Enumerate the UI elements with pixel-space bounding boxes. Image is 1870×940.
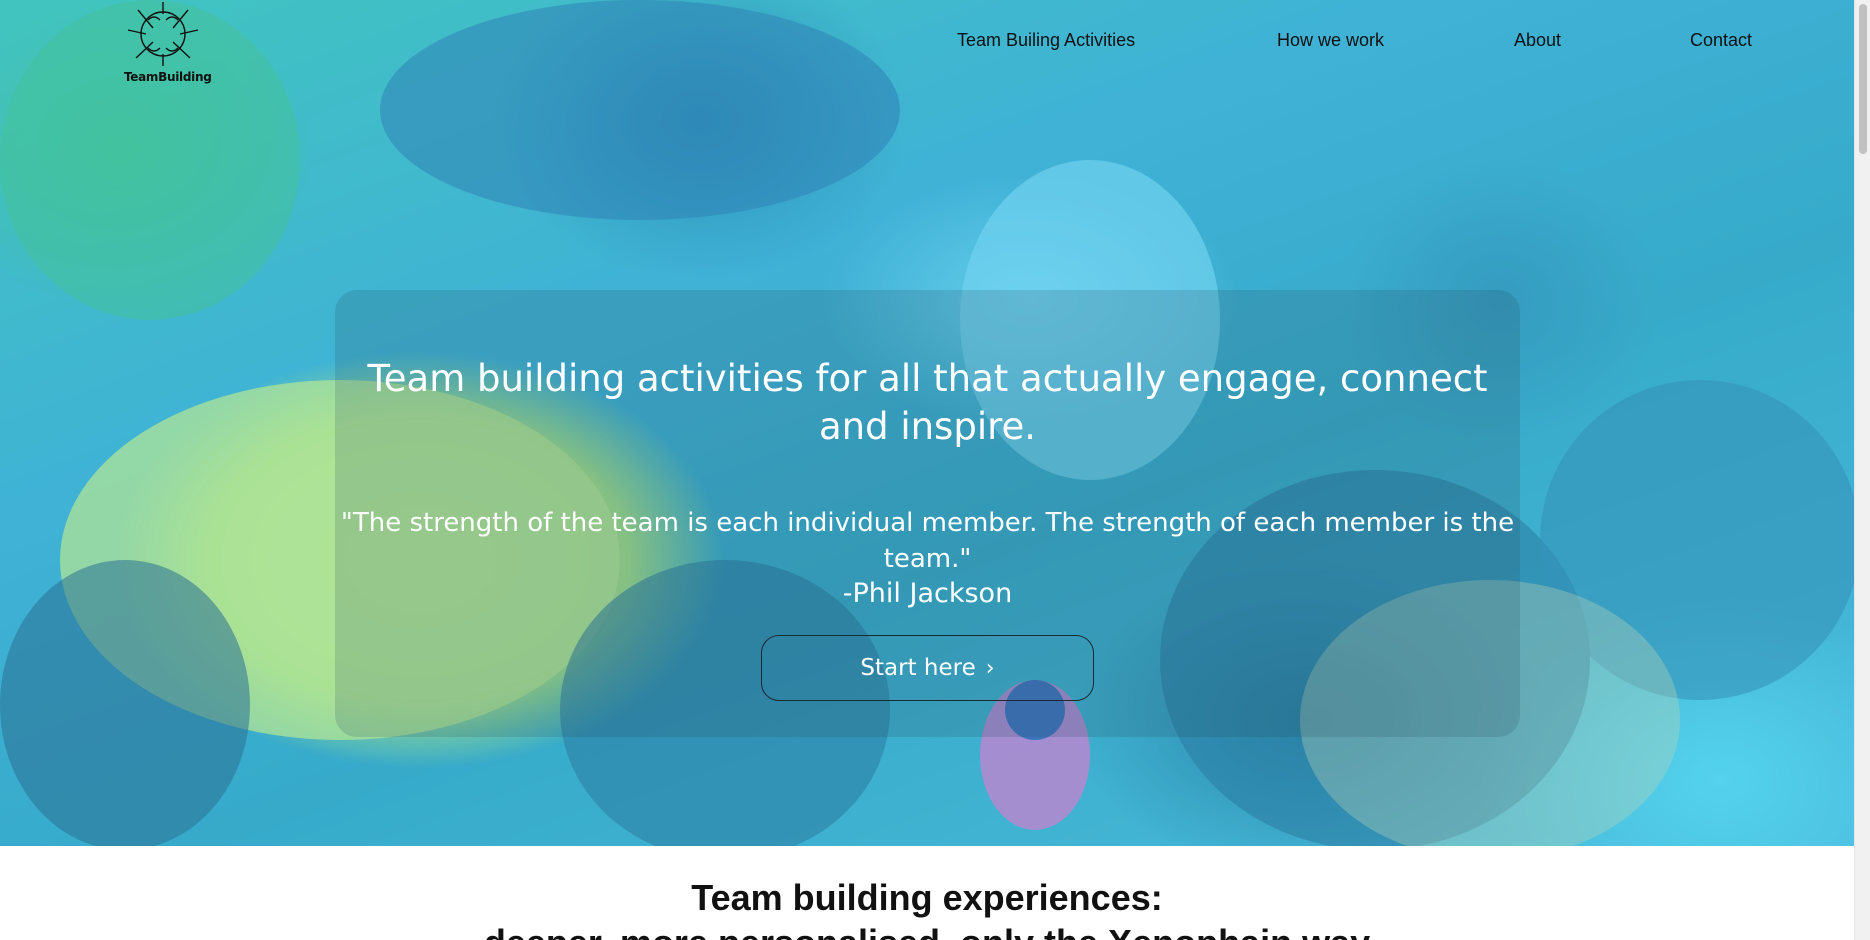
section-subtitle: deeper, more personalised, only the Xeno… <box>0 918 1854 940</box>
start-here-label: Start here <box>860 655 976 681</box>
hero-headline: Team building activities for all that ac… <box>367 357 1488 448</box>
nav-item-how-we-work[interactable]: How we work <box>1277 30 1384 51</box>
nav-item-about[interactable]: About <box>1514 30 1561 51</box>
section-title: Team building experiences: <box>691 877 1163 918</box>
scrollbar-thumb[interactable] <box>1859 4 1867 154</box>
logo-text: TeamBuilding <box>124 70 212 84</box>
chevron-right-icon: › <box>985 655 995 681</box>
main-nav: Team Builing Activities How we work Abou… <box>0 30 1854 60</box>
nav-item-team-building-activities[interactable]: Team Builing Activities <box>957 30 1135 51</box>
start-here-button[interactable]: Start here › <box>761 635 1094 701</box>
hero-quote: "The strength of the team is each indivi… <box>340 508 1515 574</box>
page-scrollbar[interactable] <box>1854 0 1870 940</box>
hero-quote-author: -Phil Jackson <box>842 578 1013 609</box>
nav-item-contact[interactable]: Contact <box>1690 30 1752 51</box>
